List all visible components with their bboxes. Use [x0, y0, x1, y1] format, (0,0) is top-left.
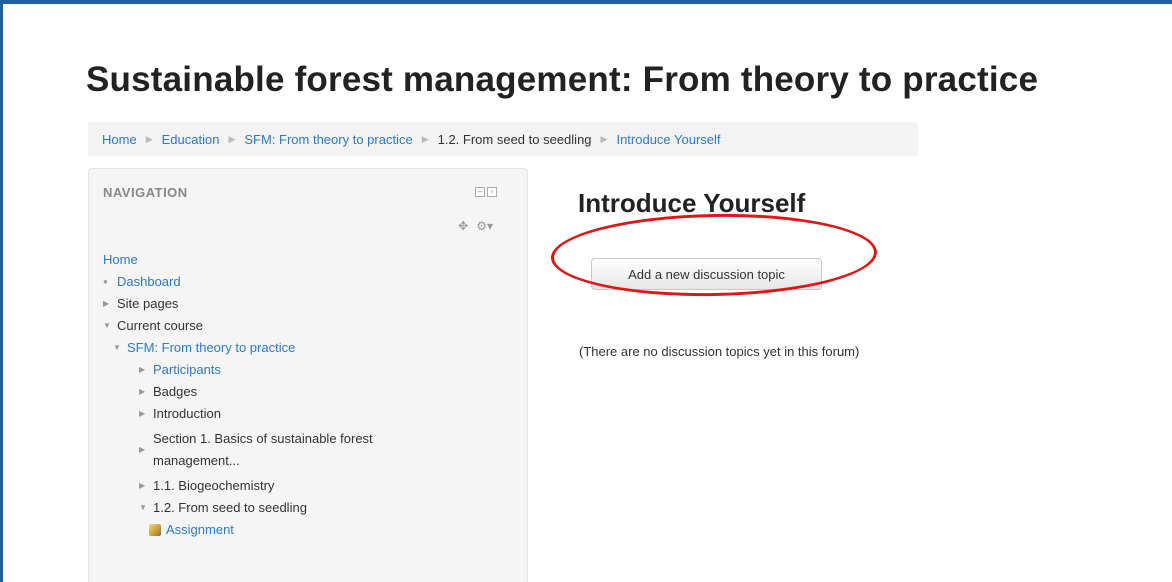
nav-item[interactable]: Home [103, 249, 453, 271]
collapsed-arrow-icon: ▶ [139, 409, 146, 418]
collapsed-arrow-icon: ▶ [139, 445, 146, 454]
breadcrumb-separator-icon: ▶ [145, 133, 153, 144]
empty-forum-message: (There are no discussion topics yet in t… [579, 344, 860, 359]
breadcrumb: Home ▶ Education ▶ SFM: From theory to pract… [88, 122, 918, 156]
nav-item-label: Assignment [166, 522, 234, 537]
nav-item-label: Participants [153, 362, 221, 377]
expanded-arrow-icon: ▼ [103, 321, 111, 330]
nav-item-label: Dashboard [117, 274, 181, 289]
nav-item[interactable]: Assignment [103, 519, 453, 541]
expanded-arrow-icon: ▼ [139, 503, 147, 512]
breadcrumb-item: 1.2. From seed to seedling [437, 131, 592, 147]
nav-item-label: Site pages [117, 296, 179, 311]
nav-item[interactable]: ▼ SFM: From theory to practice [103, 337, 453, 359]
breadcrumb-item[interactable]: Introduce Yourself [616, 132, 720, 147]
navigation-block: NAVIGATION – ▫ ✥ ⚙▾ Home ● Dashboard ▶ Site … [88, 168, 528, 582]
page-title: Sustainable forest management: From theo… [86, 60, 1039, 99]
nav-item[interactable]: ▶ Site pages [103, 293, 453, 315]
navigation-block-title: NAVIGATION [103, 185, 188, 200]
nav-item-label: Badges [153, 384, 198, 399]
add-discussion-topic-button[interactable]: Add a new discussion topic [591, 258, 822, 290]
nav-item[interactable]: ▶ Section 1. Basics of sustainable forest… [103, 425, 453, 475]
breadcrumb-item[interactable]: Education [162, 132, 220, 147]
move-icon[interactable]: ✥ [458, 219, 468, 233]
nav-item[interactable]: ▶ 1.1. Biogeochemistry [103, 475, 453, 497]
bullet-icon: ● [103, 277, 108, 286]
collapsed-arrow-icon: ▶ [103, 299, 110, 308]
nav-item[interactable]: ▶ Participants [103, 359, 453, 381]
breadcrumb-item[interactable]: SFM: From theory to practice [244, 132, 412, 147]
block-dock-controls: – ▫ [475, 187, 497, 197]
gear-icon[interactable]: ⚙▾ [476, 219, 493, 233]
nav-item-label: Introduction [153, 406, 221, 421]
nav-item-label: Home [103, 252, 138, 267]
nav-item[interactable]: ● Dashboard [103, 271, 453, 293]
collapsed-arrow-icon: ▶ [139, 387, 146, 396]
dock-block-icon[interactable]: – [475, 187, 485, 197]
nav-item[interactable]: ▶ Introduction [103, 403, 453, 425]
window-left-border [0, 0, 3, 582]
window-top-border [0, 0, 1172, 4]
expanded-arrow-icon: ▼ [113, 343, 121, 352]
nav-item[interactable]: ▼ Current course [103, 315, 453, 337]
nav-item[interactable]: ▶ Badges [103, 381, 453, 403]
assignment-icon [149, 524, 161, 536]
breadcrumb-separator-icon: ▶ [600, 133, 608, 144]
collapsed-arrow-icon: ▶ [139, 365, 146, 374]
nav-item-label: 1.2. From seed to seedling [153, 500, 307, 515]
forum-title: Introduce Yourself [578, 188, 806, 218]
navigation-tree: Home ● Dashboard ▶ Site pages ▼ Current course… [103, 249, 453, 541]
nav-item-label: 1.1. Biogeochemistry [153, 478, 275, 493]
hide-block-icon[interactable]: ▫ [487, 187, 497, 197]
nav-item-label: Current course [117, 318, 203, 333]
block-actions: ✥ ⚙▾ [458, 219, 493, 233]
nav-item[interactable]: ▼ 1.2. From seed to seedling [103, 497, 453, 519]
nav-item-label: Section 1. Basics of sustainable forest … [153, 431, 373, 468]
nav-item-label: SFM: From theory to practice [127, 340, 296, 355]
breadcrumb-item[interactable]: Home [102, 132, 137, 147]
breadcrumb-separator-icon: ▶ [421, 133, 429, 144]
collapsed-arrow-icon: ▶ [139, 481, 146, 490]
breadcrumb-separator-icon: ▶ [228, 133, 236, 144]
